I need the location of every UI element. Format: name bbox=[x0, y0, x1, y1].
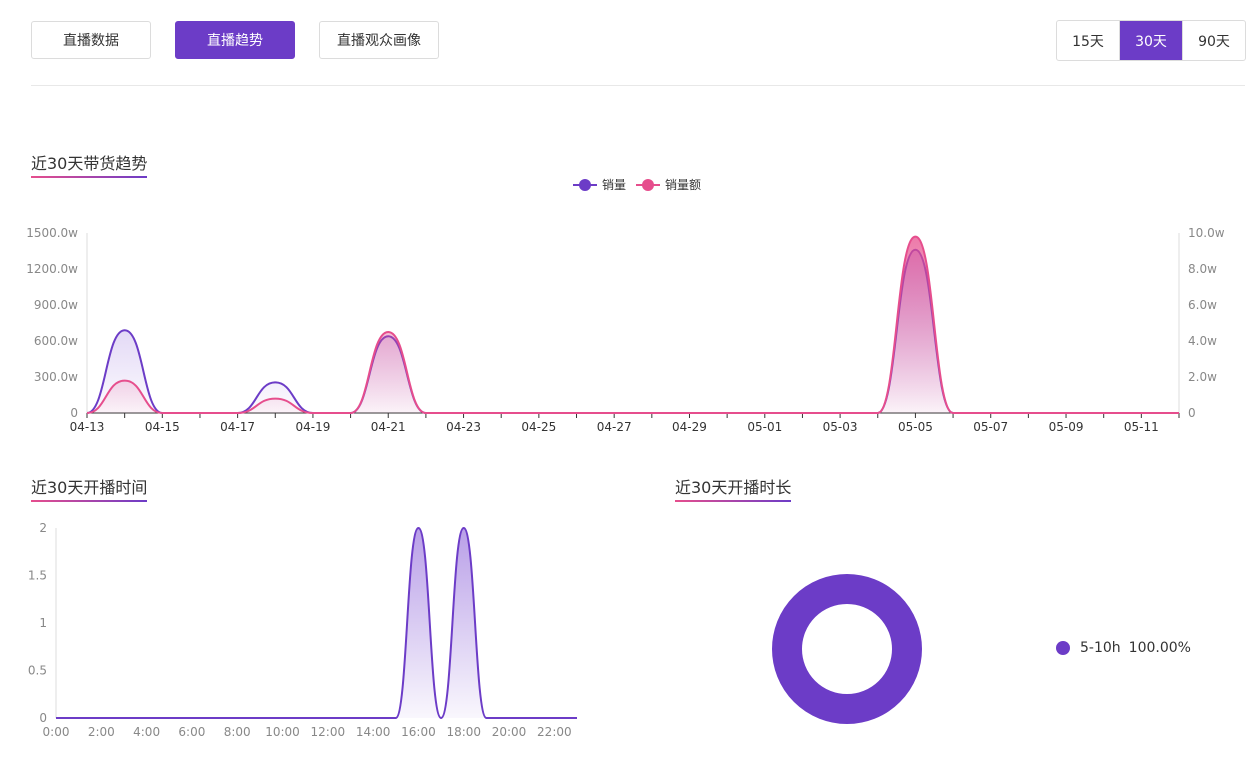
x-tick-label: 04-13 bbox=[70, 420, 105, 434]
x-tick-label: 04-21 bbox=[371, 420, 406, 434]
y-tick-label: 0 bbox=[39, 711, 47, 725]
series-line-销量额 bbox=[86, 235, 1179, 414]
y-tick-label: 2 bbox=[39, 521, 47, 535]
x-tick-label: 05-05 bbox=[898, 420, 933, 434]
x-tick-label: 4:00 bbox=[133, 725, 160, 739]
y-left-tick-label: 1200.0w bbox=[26, 262, 78, 276]
y-left-tick-label: 1500.0w bbox=[26, 226, 78, 240]
donut-legend-marker bbox=[1056, 641, 1070, 655]
x-tick-label: 05-01 bbox=[747, 420, 782, 434]
x-tick-label: 04-17 bbox=[220, 420, 255, 434]
sales-trend-title: 近30天带货趋势 bbox=[31, 150, 148, 178]
y-right-tick-label: 6.0w bbox=[1188, 298, 1217, 312]
range-selector: 15天 30天 90天 bbox=[1056, 20, 1246, 61]
legend-marker-sales bbox=[573, 178, 597, 191]
range-15-days-button[interactable]: 15天 bbox=[1057, 21, 1119, 60]
series-area-销量额 bbox=[87, 236, 1179, 413]
y-right-tick-label: 2.0w bbox=[1188, 370, 1217, 384]
divider bbox=[31, 85, 1245, 86]
x-tick-label: 10:00 bbox=[265, 725, 300, 739]
x-tick-label: 04-29 bbox=[672, 420, 707, 434]
y-tick-label: 0.5 bbox=[28, 664, 47, 678]
time-series-area bbox=[56, 528, 577, 718]
legend-marker-sales-amount bbox=[636, 178, 661, 191]
broadcast-duration-donut bbox=[772, 574, 922, 724]
broadcast-time-chart: 00.511.520:00 2:00 4:00 6:00 8:00 10:00 12:00 1… bbox=[28, 521, 577, 739]
legend-label-sales: 销量 bbox=[602, 178, 627, 192]
series-area-销量 bbox=[87, 249, 1179, 413]
x-tick-label: 04-23 bbox=[446, 420, 481, 434]
x-tick-label: 0:00 bbox=[43, 725, 70, 739]
x-tick-label: 05-03 bbox=[823, 420, 858, 434]
series-line-销量 bbox=[86, 248, 1179, 414]
y-right-tick-label: 8.0w bbox=[1188, 262, 1217, 276]
tab-live-data[interactable]: 直播数据 bbox=[31, 21, 151, 59]
title-underline bbox=[31, 176, 148, 178]
broadcast-time-title-text: 近30天开播时间 bbox=[31, 478, 148, 497]
y-right-tick-label: 0 bbox=[1188, 406, 1196, 420]
x-tick-label: 04-19 bbox=[295, 420, 330, 434]
y-right-tick-label: 10.0w bbox=[1188, 226, 1225, 240]
y-right-tick-label: 4.0w bbox=[1188, 334, 1217, 348]
x-tick-label: 05-11 bbox=[1124, 420, 1159, 434]
sales-trend-title-text: 近30天带货趋势 bbox=[31, 154, 148, 173]
range-30-days-button[interactable]: 30天 bbox=[1119, 21, 1182, 60]
x-tick-label: 16:00 bbox=[401, 725, 436, 739]
time-series-line bbox=[56, 526, 577, 720]
broadcast-time-title: 近30天开播时间 bbox=[31, 474, 148, 502]
x-tick-label: 12:00 bbox=[311, 725, 346, 739]
x-tick-label: 04-15 bbox=[145, 420, 180, 434]
x-tick-label: 6:00 bbox=[178, 725, 205, 739]
y-left-tick-label: 300.0w bbox=[34, 370, 78, 384]
x-tick-label: 8:00 bbox=[224, 725, 251, 739]
y-left-tick-label: 0 bbox=[70, 406, 78, 420]
x-tick-label: 22:00 bbox=[537, 725, 572, 739]
x-tick-label: 18:00 bbox=[446, 725, 481, 739]
title-underline bbox=[675, 500, 792, 502]
x-tick-label: 05-09 bbox=[1049, 420, 1084, 434]
range-90-days-button[interactable]: 90天 bbox=[1182, 21, 1245, 60]
broadcast-duration-title: 近30天开播时长 bbox=[675, 474, 792, 502]
donut-legend: 5-10h 100.00% bbox=[1056, 640, 1191, 656]
donut-legend-label: 5-10h bbox=[1080, 640, 1121, 656]
x-tick-label: 20:00 bbox=[492, 725, 527, 739]
tab-live-audience[interactable]: 直播观众画像 bbox=[319, 21, 439, 59]
y-left-tick-label: 600.0w bbox=[34, 334, 78, 348]
x-tick-label: 04-25 bbox=[521, 420, 556, 434]
tab-live-trend[interactable]: 直播趋势 bbox=[175, 21, 295, 59]
donut-legend-value: 100.00% bbox=[1128, 640, 1191, 656]
y-tick-label: 1.5 bbox=[28, 569, 47, 583]
x-tick-label: 2:00 bbox=[88, 725, 115, 739]
x-tick-label: 04-27 bbox=[597, 420, 632, 434]
x-tick-label: 05-07 bbox=[973, 420, 1008, 434]
title-underline bbox=[31, 500, 148, 502]
sales-trend-legend: 销量 销量额 bbox=[573, 176, 711, 193]
legend-item-sales[interactable]: 销量 bbox=[573, 176, 626, 193]
y-left-tick-label: 900.0w bbox=[34, 298, 78, 312]
y-tick-label: 1 bbox=[39, 616, 47, 630]
legend-label-sales-amount: 销量额 bbox=[665, 178, 702, 192]
donut-slice-5-10h bbox=[772, 574, 922, 724]
x-tick-label: 14:00 bbox=[356, 725, 391, 739]
broadcast-duration-title-text: 近30天开播时长 bbox=[675, 478, 792, 497]
legend-item-sales-amount[interactable]: 销量额 bbox=[636, 176, 701, 193]
sales-trend-chart: 0 300.0w 600.0w 900.0w 1200.0w 1500.0w 0 2.0w 4.… bbox=[26, 226, 1225, 434]
